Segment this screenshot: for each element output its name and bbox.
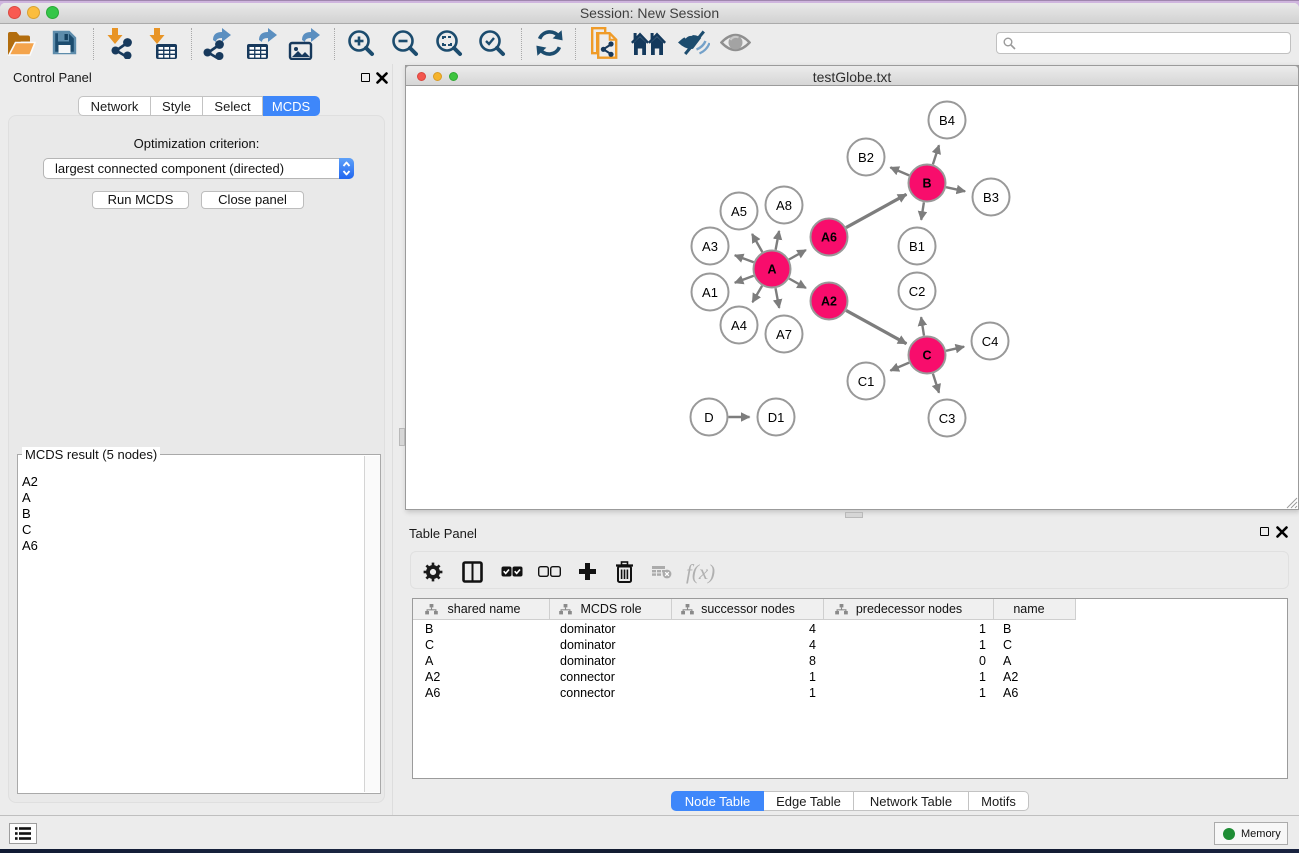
svg-text:A7: A7 [776,327,792,342]
svg-text:A6: A6 [821,231,837,245]
svg-text:A1: A1 [702,285,718,300]
svg-text:D1: D1 [768,410,785,425]
svg-text:A4: A4 [731,318,747,333]
svg-text:B2: B2 [858,150,874,165]
svg-text:B: B [922,177,931,191]
svg-text:D: D [704,410,713,425]
svg-text:A2: A2 [821,295,837,309]
svg-text:C1: C1 [858,374,875,389]
svg-text:B1: B1 [909,239,925,254]
svg-text:C2: C2 [909,284,926,299]
svg-text:C3: C3 [939,411,956,426]
svg-text:B3: B3 [983,190,999,205]
svg-text:A: A [767,263,776,277]
svg-text:C: C [922,349,931,363]
svg-text:B4: B4 [939,113,955,128]
svg-text:A3: A3 [702,239,718,254]
svg-text:C4: C4 [982,334,999,349]
svg-text:A5: A5 [731,204,747,219]
svg-text:A8: A8 [776,198,792,213]
